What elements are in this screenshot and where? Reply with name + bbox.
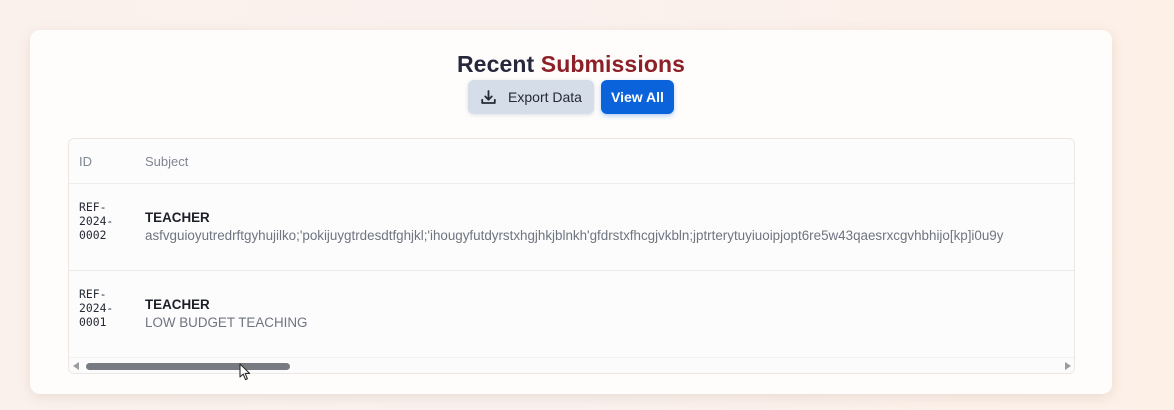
submission-id: REF- 2024- 0001 [79,287,114,329]
subject-title: TEACHER [145,297,210,312]
action-buttons: Export Data View All [30,80,1112,116]
scroll-thumb[interactable] [86,363,290,370]
table-row[interactable]: REF- 2024- 0001 TEACHER LOW BUDGET TEACH… [69,271,1074,349]
submissions-table: ID Subject REF- 2024- 0002 TEACHER asfvg… [68,138,1075,374]
title-prefix: Recent [456,51,535,77]
subject-cell: TEACHER LOW BUDGET TEACHING [145,296,1074,331]
download-icon [480,89,497,106]
recent-submissions-card: Recent Submissions Export Data View All … [30,30,1112,394]
column-header-id: ID [79,154,92,169]
submission-id: REF- 2024- 0002 [79,200,114,242]
horizontal-scrollbar[interactable] [69,357,1074,373]
scroll-left-arrow-icon[interactable] [73,362,79,370]
title-accent: Submissions [540,51,686,77]
export-data-button[interactable]: Export Data [468,80,594,114]
column-header-subject: Subject [145,154,189,169]
table-header: ID Subject [69,139,1074,184]
view-all-button[interactable]: View All [601,80,674,114]
section-title: Recent Submissions [30,50,1112,78]
mouse-pointer-icon [239,363,251,381]
export-data-label: Export Data [508,89,582,105]
subject-title: TEACHER [145,210,210,225]
subject-description: LOW BUDGET TEACHING [145,315,308,330]
scroll-right-arrow-icon[interactable] [1065,362,1071,370]
table-row[interactable]: REF- 2024- 0002 TEACHER asfvguioyutredrf… [69,184,1074,271]
subject-description: asfvguioyutredrftgyhujilko;'pokijuygtrde… [145,228,1004,243]
subject-cell: TEACHER asfvguioyutredrftgyhujilko;'poki… [145,209,1074,244]
